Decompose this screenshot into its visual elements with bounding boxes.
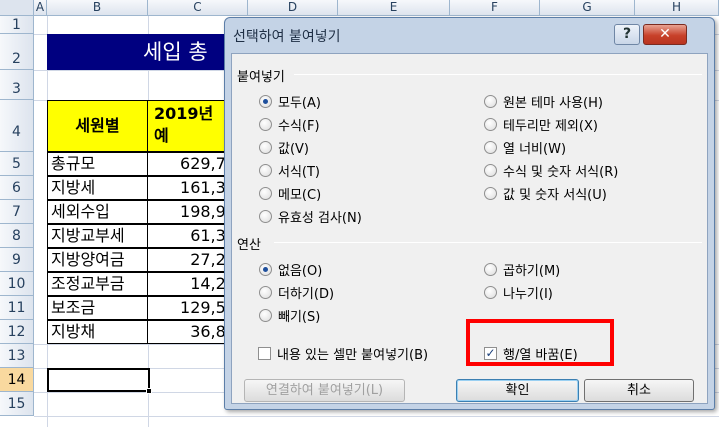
column-header-c[interactable]: C — [148, 0, 248, 16]
radio-indicator-selected — [259, 95, 272, 108]
radio-paste-formulas[interactable]: 수식(F) — [259, 115, 320, 134]
radio-operation-multiply[interactable]: 곱하기(M) — [484, 260, 560, 279]
option-label: 곱하기(M) — [503, 264, 561, 279]
row-header-2[interactable]: 2 — [0, 34, 34, 70]
radio-indicator — [259, 309, 272, 322]
fill-handle[interactable] — [146, 388, 152, 394]
cell-name[interactable]: 보조금 — [47, 296, 148, 320]
radio-indicator — [259, 141, 272, 154]
radio-operation-none[interactable]: 없음(O) — [259, 260, 322, 279]
checkbox-box — [258, 347, 271, 360]
cancel-button[interactable]: 취소 — [584, 379, 694, 402]
radio-operation-add[interactable]: 더하기(D) — [259, 283, 334, 302]
option-label: 테두리만 제외(X) — [503, 119, 598, 134]
radio-indicator — [259, 118, 272, 131]
row-header-5[interactable]: 5 — [0, 152, 34, 176]
row-header-12[interactable]: 12 — [0, 320, 34, 344]
row-header-1[interactable]: 1 — [0, 16, 34, 34]
radio-operation-divide[interactable]: 나누기(I) — [484, 283, 553, 302]
radio-paste-formulas-number-formats[interactable]: 수식 및 숫자 서식(R) — [484, 161, 618, 180]
row-header-11[interactable]: 11 — [0, 296, 34, 320]
radio-indicator — [259, 210, 272, 223]
checkbox-skip-blanks[interactable]: 내용 있는 셀만 붙여넣기(B) — [258, 344, 428, 363]
column-header-e[interactable]: E — [338, 0, 450, 16]
option-label: 모두(A) — [278, 96, 321, 111]
radio-operation-subtract[interactable]: 빼기(S) — [259, 306, 320, 325]
radio-indicator — [484, 141, 497, 154]
radio-paste-except-borders[interactable]: 테두리만 제외(X) — [484, 115, 598, 134]
cell-name[interactable]: 조정교부금 — [47, 272, 148, 296]
option-label: 열 너비(W) — [503, 142, 567, 157]
radio-paste-values-number-formats[interactable]: 값 및 숫자 서식(U) — [484, 184, 607, 203]
row-header-13[interactable]: 13 — [0, 344, 34, 368]
cell-name[interactable]: 총규모 — [47, 152, 148, 176]
radio-paste-validation[interactable]: 유효성 검사(N) — [259, 207, 362, 226]
radio-indicator — [484, 286, 497, 299]
row-header-4[interactable]: 4 — [0, 100, 34, 152]
row-header-6[interactable]: 6 — [0, 176, 34, 200]
row-header-10[interactable]: 10 — [0, 272, 34, 296]
row-header-7[interactable]: 7 — [0, 200, 34, 224]
column-header-a[interactable]: A — [34, 0, 47, 16]
option-label: 내용 있는 셀만 붙여넣기(B) — [277, 348, 429, 363]
option-label: 없음(O) — [278, 264, 323, 279]
active-cell-b14[interactable] — [47, 368, 150, 392]
cell-name[interactable]: 세외수입 — [47, 200, 148, 224]
row-header-14[interactable]: 14 — [0, 368, 34, 392]
header-cell-category[interactable]: 세원별 — [47, 100, 148, 152]
row-header-15[interactable]: 15 — [0, 392, 34, 416]
option-label: 메모(C) — [278, 188, 322, 203]
radio-paste-formats[interactable]: 서식(T) — [259, 161, 320, 180]
row-header-9[interactable]: 9 — [0, 248, 34, 272]
row-header-8[interactable]: 8 — [0, 224, 34, 248]
option-label: 값 및 숫자 서식(U) — [503, 188, 607, 203]
cell-name[interactable]: 지방세 — [47, 176, 148, 200]
dialog-title: 선택하여 붙여넣기 — [233, 29, 341, 45]
radio-paste-source-theme[interactable]: 원본 테마 사용(H) — [484, 92, 603, 111]
radio-indicator — [484, 118, 497, 131]
title-cell[interactable]: 세입 총 — [47, 34, 237, 70]
radio-paste-all[interactable]: 모두(A) — [259, 92, 321, 111]
option-label: 유효성 검사(N) — [278, 211, 362, 226]
radio-indicator — [484, 263, 497, 276]
close-button[interactable]: ✕ — [643, 24, 687, 45]
radio-paste-values[interactable]: 값(V) — [259, 138, 309, 157]
radio-indicator — [259, 286, 272, 299]
option-label: 나누기(I) — [503, 287, 553, 302]
ok-button[interactable]: 확인 — [456, 379, 579, 402]
radio-indicator — [259, 164, 272, 177]
option-label: 원본 테마 사용(H) — [503, 96, 603, 111]
cell-name[interactable]: 지방채 — [47, 320, 148, 344]
column-header-d[interactable]: D — [248, 0, 338, 16]
radio-indicator-selected — [259, 263, 272, 276]
option-label: 수식 및 숫자 서식(R) — [503, 165, 619, 180]
radio-indicator — [484, 95, 497, 108]
row-header-3[interactable]: 3 — [0, 70, 34, 100]
cell-name[interactable]: 지방양여금 — [47, 248, 148, 272]
paste-group-label: 붙여넣기 — [237, 70, 285, 85]
option-label: 값(V) — [278, 142, 309, 157]
radio-paste-column-widths[interactable]: 열 너비(W) — [484, 138, 566, 157]
operation-group-label: 연산 — [237, 238, 261, 253]
radio-paste-comments[interactable]: 메모(C) — [259, 184, 321, 203]
option-label: 빼기(S) — [278, 310, 321, 325]
option-label: 수식(F) — [278, 119, 320, 134]
paste-link-button[interactable]: 연결하여 붙여넣기(L) — [244, 379, 405, 402]
close-icon: ✕ — [659, 26, 671, 42]
radio-indicator — [259, 187, 272, 200]
column-header-h[interactable]: H — [635, 0, 719, 16]
select-all-corner[interactable] — [0, 0, 34, 16]
radio-indicator — [484, 187, 497, 200]
cell-name[interactable]: 지방교부세 — [47, 224, 148, 248]
column-header-g[interactable]: G — [540, 0, 635, 16]
transpose-highlight-annotation — [466, 319, 614, 366]
column-header-f[interactable]: F — [450, 0, 540, 16]
help-button[interactable]: ? — [614, 24, 640, 45]
radio-indicator — [484, 164, 497, 177]
option-label: 서식(T) — [278, 165, 321, 180]
option-label: 더하기(D) — [278, 287, 335, 302]
column-header-b[interactable]: B — [47, 0, 148, 16]
